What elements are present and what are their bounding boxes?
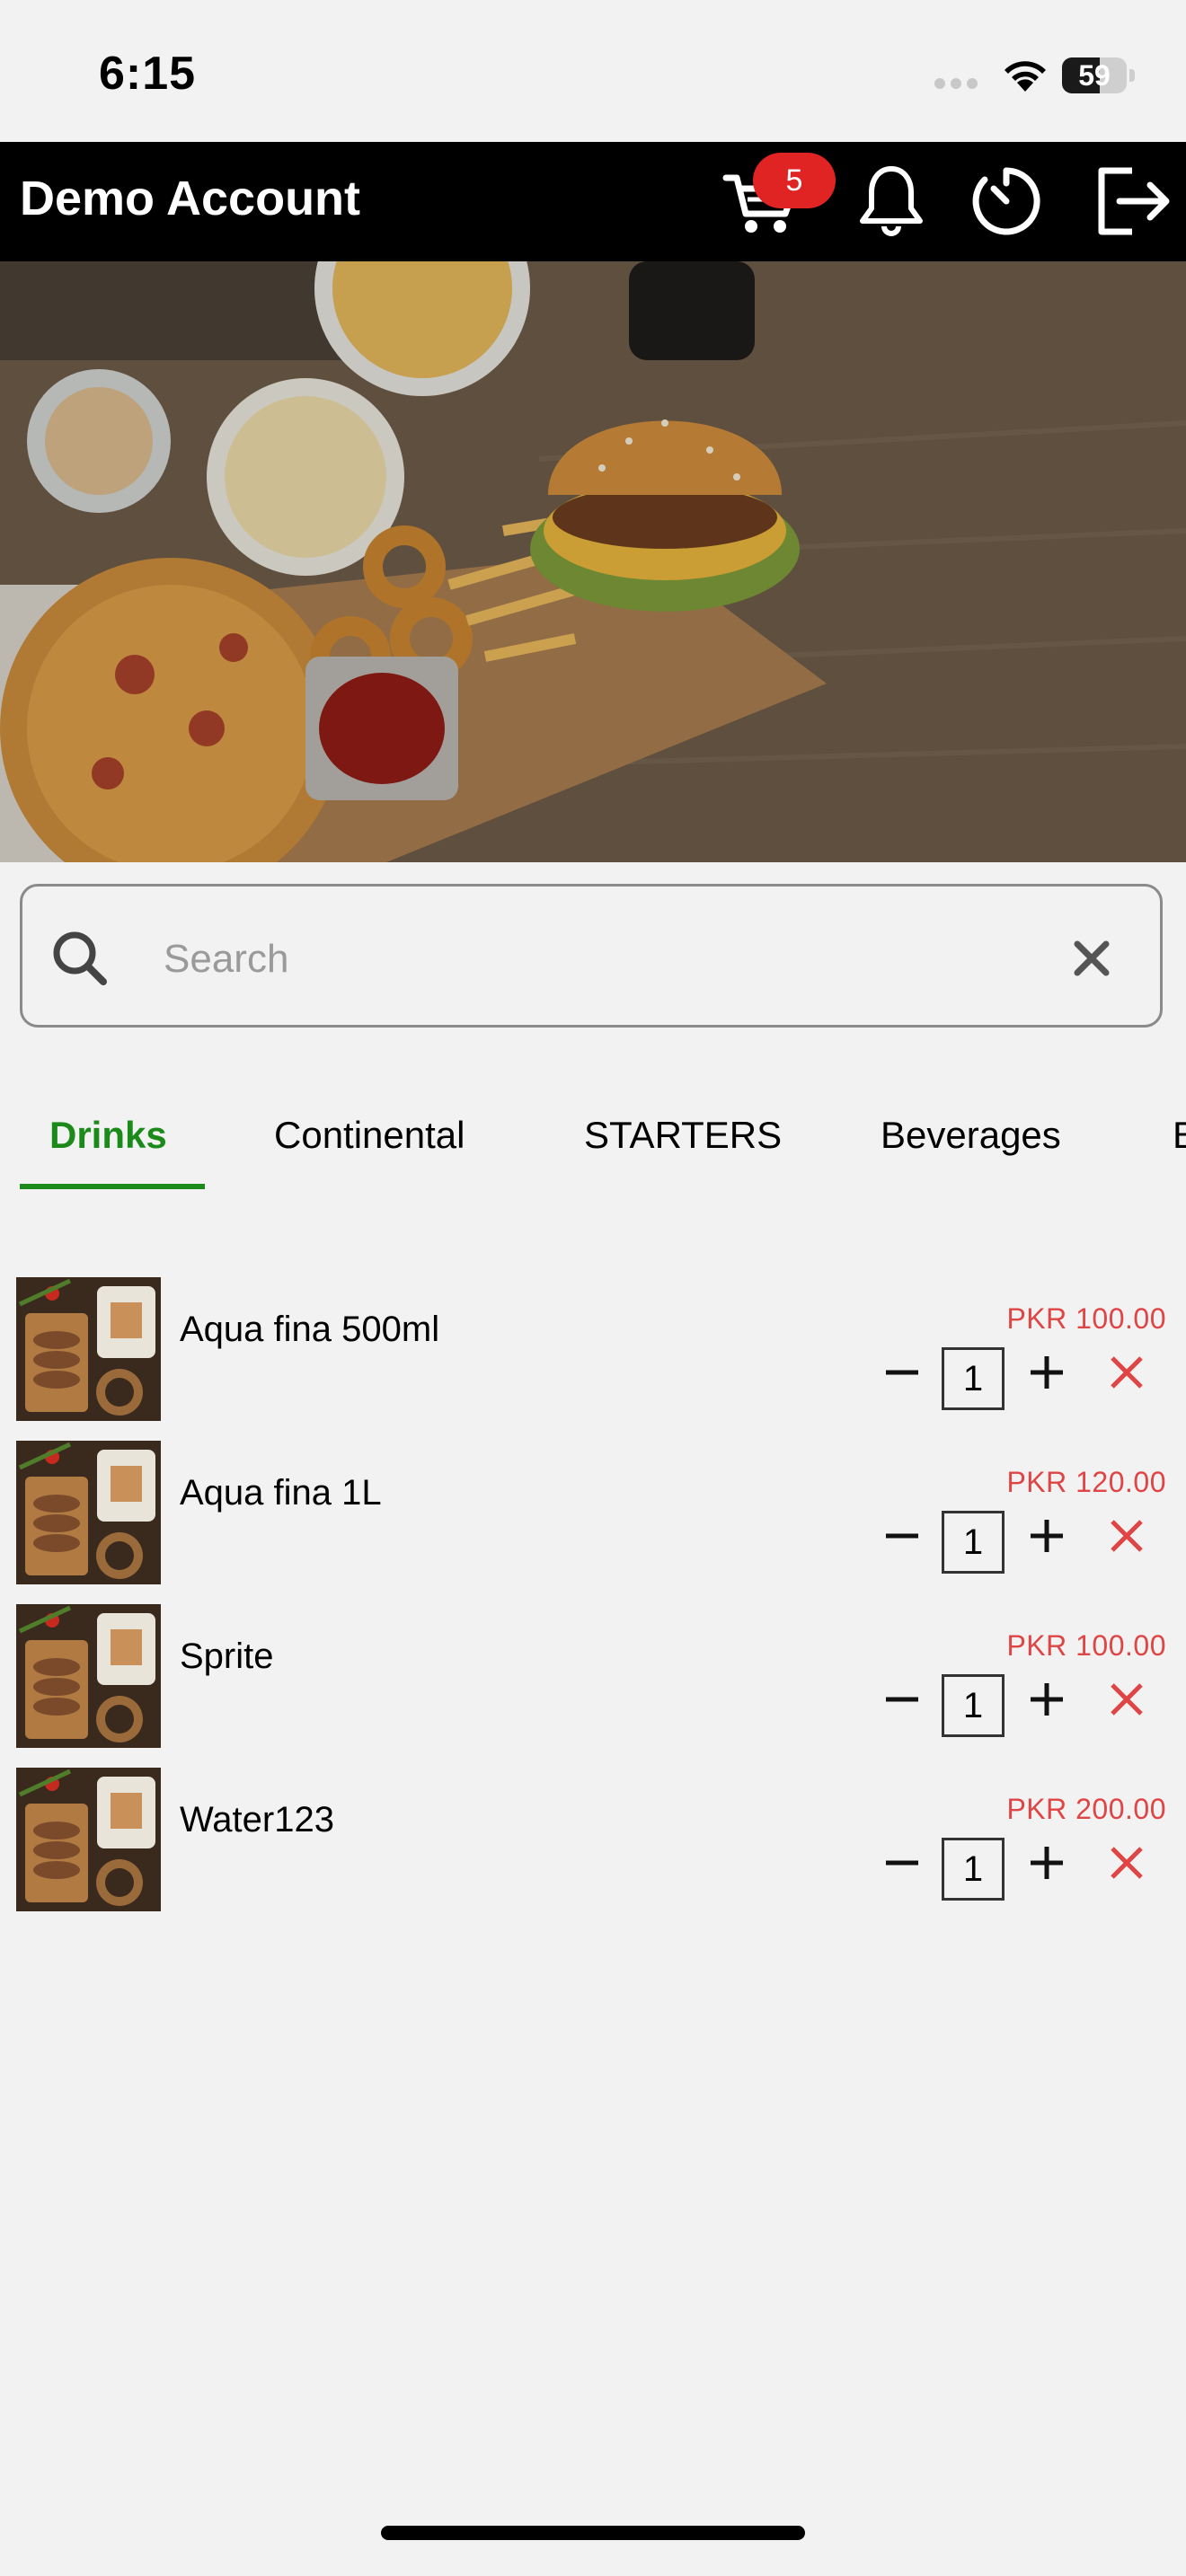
remove-item-button[interactable] [1102,1838,1152,1888]
wifi-icon [999,54,1051,93]
item-thumbnail [16,1604,161,1748]
active-tab-indicator [20,1184,205,1189]
remove-item-button[interactable] [1102,1674,1152,1725]
quantity-field[interactable]: 1 [942,1838,1005,1901]
page-title: Demo Account [20,172,361,225]
item-list: Aqua fina 500ml PKR 100.00 1 Aqua fina 1… [0,1275,1186,1929]
item-thumbnail [16,1277,161,1421]
battery-level: 59 [1078,59,1111,92]
item-name: Water123 [180,1800,334,1839]
tab-starters[interactable]: STARTERS [584,1114,782,1157]
increase-qty-button[interactable] [1022,1838,1072,1888]
signal-icon [934,77,988,90]
tab-continental[interactable]: Continental [274,1114,465,1157]
tab-beverages[interactable]: Beverages [881,1114,1061,1157]
item-thumbnail [16,1441,161,1584]
list-item[interactable]: Sprite PKR 100.00 1 [0,1602,1186,1766]
item-name: Sprite [180,1636,274,1676]
home-indicator[interactable] [381,2526,805,2540]
list-item[interactable]: Aqua fina 500ml PKR 100.00 1 [0,1275,1186,1439]
list-item[interactable]: Water123 PKR 200.00 1 [0,1766,1186,1929]
tab-partial[interactable]: B [1173,1114,1186,1157]
increase-qty-button[interactable] [1022,1674,1072,1725]
status-time: 6:15 [99,48,197,100]
quantity-field[interactable]: 1 [942,1347,1005,1410]
cart-badge: 5 [753,153,836,208]
timer-icon[interactable] [963,158,1049,244]
status-bar: 6:15 59 [0,0,1186,142]
item-name: Aqua fina 1L [180,1473,382,1513]
quantity-field[interactable]: 1 [942,1511,1005,1574]
decrease-qty-button[interactable] [877,1838,927,1888]
app-header: Demo Account 5 [0,142,1186,261]
bell-icon[interactable] [848,158,934,244]
item-name: Aqua fina 500ml [180,1310,440,1349]
increase-qty-button[interactable] [1022,1347,1072,1398]
item-price: PKR 100.00 [1006,1629,1166,1662]
battery-icon: 59 [1062,57,1135,93]
quantity-field[interactable]: 1 [942,1674,1005,1737]
item-thumbnail [16,1768,161,1911]
remove-item-button[interactable] [1102,1511,1152,1561]
item-price: PKR 200.00 [1006,1793,1166,1825]
logout-icon[interactable] [1087,158,1173,244]
list-item[interactable]: Aqua fina 1L PKR 120.00 1 [0,1439,1186,1602]
increase-qty-button[interactable] [1022,1511,1072,1561]
category-tabs: Drinks Continental STARTERS Beverages B [0,1069,1186,1195]
remove-item-button[interactable] [1102,1347,1152,1398]
decrease-qty-button[interactable] [877,1674,927,1725]
search-input[interactable] [162,922,974,996]
tab-drinks[interactable]: Drinks [49,1114,167,1157]
item-price: PKR 120.00 [1006,1466,1166,1498]
item-price: PKR 100.00 [1006,1302,1166,1335]
search-icon[interactable] [48,926,112,991]
hero-banner-image [0,261,1186,862]
decrease-qty-button[interactable] [877,1347,927,1398]
decrease-qty-button[interactable] [877,1511,927,1561]
clear-icon[interactable] [1065,931,1119,985]
search-bar [20,884,1163,1028]
